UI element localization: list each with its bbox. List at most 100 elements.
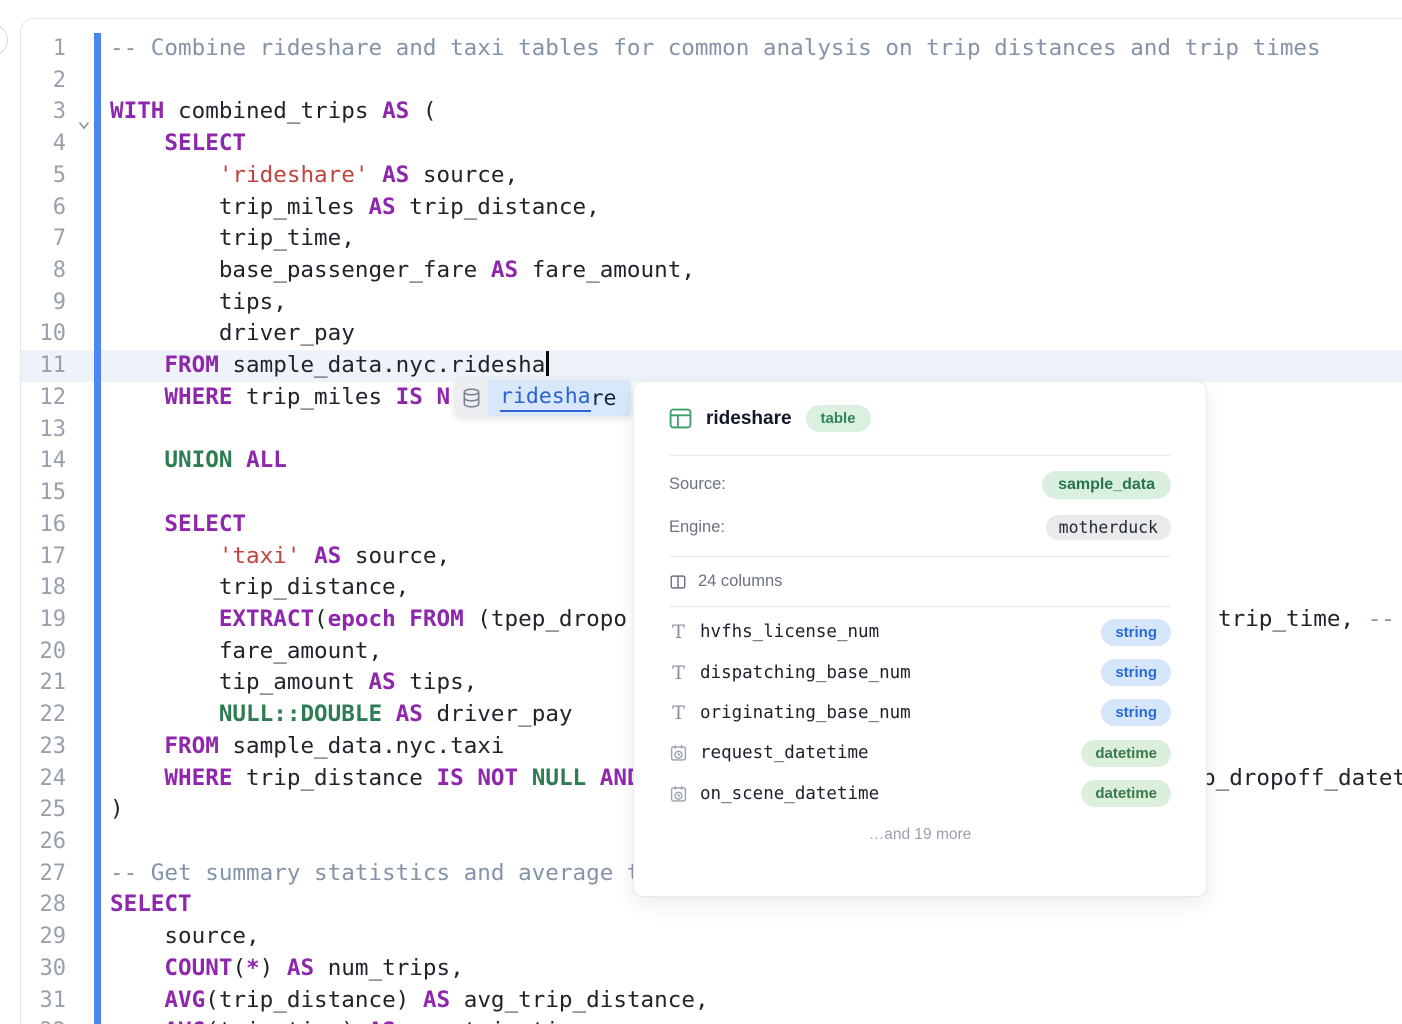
code-line[interactable]: 32 AVG(trip_time) AS avg_trip_time,	[21, 1016, 1402, 1024]
changed-lines-indicator	[94, 33, 101, 1024]
line-number[interactable]: 6	[21, 192, 66, 224]
line-number[interactable]: 24	[21, 763, 66, 795]
datetime-type-icon	[669, 743, 688, 763]
code-line[interactable]: 31 AVG(trip_distance) AS avg_trip_distan…	[21, 985, 1402, 1017]
code-text: COUNT(*) AS num_trips,	[110, 953, 464, 985]
code-text: FROM sample_data.nyc.ridesha	[110, 350, 549, 382]
code-line[interactable]: 6 trip_miles AS trip_distance,	[21, 192, 1402, 224]
table-kind-badge: table	[806, 405, 871, 432]
code-text-fragment: p_dropoff_datet	[1202, 763, 1402, 795]
line-number[interactable]: 3	[21, 96, 66, 128]
engine-row: Engine: motherduck	[669, 506, 1171, 549]
code-text: AVG(trip_time) AS avg_trip_time,	[110, 1016, 600, 1024]
column-name: dispatching_base_num	[700, 663, 911, 683]
column-name: on_scene_datetime	[700, 784, 879, 804]
column-name: request_datetime	[700, 743, 869, 763]
text-cursor	[546, 351, 549, 376]
column-row: Toriginating_base_num string	[669, 693, 1171, 733]
column-type-badge: string	[1101, 619, 1171, 646]
line-number[interactable]: 23	[21, 731, 66, 763]
column-type-badge: string	[1101, 699, 1171, 726]
line-number[interactable]: 28	[21, 889, 66, 921]
code-text: FROM sample_data.nyc.taxi	[110, 731, 505, 763]
line-number[interactable]: 27	[21, 858, 66, 890]
column-row: Thvfhs_license_numstring	[669, 612, 1171, 652]
line-number[interactable]: 21	[21, 667, 66, 699]
source-row: Source: sample_data	[669, 463, 1171, 506]
line-number[interactable]: 26	[21, 826, 66, 858]
engine-label: Engine:	[669, 518, 725, 537]
code-text: AVG(trip_distance) AS avg_trip_distance,	[110, 985, 709, 1017]
line-number[interactable]: 4	[21, 128, 66, 160]
line-number[interactable]: 19	[21, 604, 66, 636]
column-type-badge: datetime	[1081, 740, 1171, 767]
line-number[interactable]: 2	[21, 65, 66, 97]
column-row: on_scene_datetimedatetime	[669, 774, 1171, 814]
line-number[interactable]: 12	[21, 382, 66, 414]
code-text: SELECT	[110, 128, 246, 160]
line-number[interactable]: 1	[21, 33, 66, 65]
line-number[interactable]: 5	[21, 160, 66, 192]
code-line[interactable]: 30 COUNT(*) AS num_trips,	[21, 953, 1402, 985]
panel-collapse-handle[interactable]	[0, 24, 8, 56]
code-text: base_passenger_fare AS fare_amount,	[110, 255, 695, 287]
engine-value-badge: motherduck	[1046, 515, 1171, 540]
code-line[interactable]: 1-- Combine rideshare and taxi tables fo…	[21, 33, 1402, 65]
code-line[interactable]: 29 source,	[21, 921, 1402, 953]
autocomplete-rest-text: re	[591, 386, 617, 411]
code-line[interactable]: 4 SELECT	[21, 128, 1402, 160]
code-text: WHERE trip_distance IS NOT NULL AND	[110, 763, 641, 795]
line-number[interactable]: 20	[21, 636, 66, 668]
code-line[interactable]: 11 FROM sample_data.nyc.ridesha	[21, 350, 1402, 382]
line-number[interactable]: 18	[21, 572, 66, 604]
line-number[interactable]: 13	[21, 414, 66, 446]
line-number[interactable]: 10	[21, 318, 66, 350]
code-line[interactable]: 2	[21, 65, 1402, 97]
line-number[interactable]: 31	[21, 985, 66, 1017]
code-text: WITH combined_trips AS (	[110, 96, 437, 128]
line-number[interactable]: 22	[21, 699, 66, 731]
code-line[interactable]: 9 tips,	[21, 287, 1402, 319]
code-text: SELECT	[110, 889, 192, 921]
code-text: tips,	[110, 287, 287, 319]
line-number[interactable]: 30	[21, 953, 66, 985]
code-text-fragment: trip_time, --	[1218, 604, 1395, 636]
autocomplete-match-text: ridesha	[500, 384, 591, 412]
line-number[interactable]: 11	[21, 350, 66, 382]
sql-editor-page: 1-- Combine rideshare and taxi tables fo…	[0, 0, 1402, 1024]
column-row: request_datetime datetime	[669, 733, 1171, 773]
line-number[interactable]: 17	[21, 541, 66, 573]
code-text: fare_amount,	[110, 636, 382, 668]
line-number[interactable]: 16	[21, 509, 66, 541]
line-number[interactable]: 29	[21, 921, 66, 953]
code-line[interactable]: 5 'rideshare' AS source,	[21, 160, 1402, 192]
autocomplete-popup: rideshare	[455, 380, 631, 416]
code-text: SELECT	[110, 509, 246, 541]
code-line[interactable]: 7 trip_time,	[21, 223, 1402, 255]
text-type-icon: T	[669, 702, 688, 724]
line-number[interactable]: 8	[21, 255, 66, 287]
columns-count-text: 24 columns	[698, 572, 782, 591]
table-meta-section: Source: sample_data Engine: motherduck	[669, 456, 1171, 557]
code-text: )	[110, 794, 124, 826]
columns-list: Thvfhs_license_numstringTdispatching_bas…	[669, 607, 1171, 814]
database-icon	[455, 380, 488, 416]
code-line[interactable]: 8 base_passenger_fare AS fare_amount,	[21, 255, 1402, 287]
column-type-badge: string	[1101, 659, 1171, 686]
autocomplete-item-rideshare[interactable]: rideshare	[488, 380, 631, 416]
line-number[interactable]: 32	[21, 1016, 66, 1024]
column-name: originating_base_num	[700, 703, 911, 723]
code-text: tip_amount AS tips,	[110, 667, 477, 699]
columns-count-row: 24 columns	[669, 557, 1171, 607]
column-name: hvfhs_license_num	[700, 622, 879, 642]
line-number[interactable]: 7	[21, 223, 66, 255]
line-number[interactable]: 9	[21, 287, 66, 319]
code-line[interactable]: 3 WITH combined_trips AS (	[21, 96, 1402, 128]
line-number[interactable]: 15	[21, 477, 66, 509]
line-number[interactable]: 25	[21, 794, 66, 826]
datetime-type-icon	[669, 784, 688, 804]
line-number[interactable]: 14	[21, 445, 66, 477]
code-line[interactable]: 10 driver_pay	[21, 318, 1402, 350]
source-label: Source:	[669, 475, 726, 494]
source-value-badge: sample_data	[1042, 471, 1171, 499]
